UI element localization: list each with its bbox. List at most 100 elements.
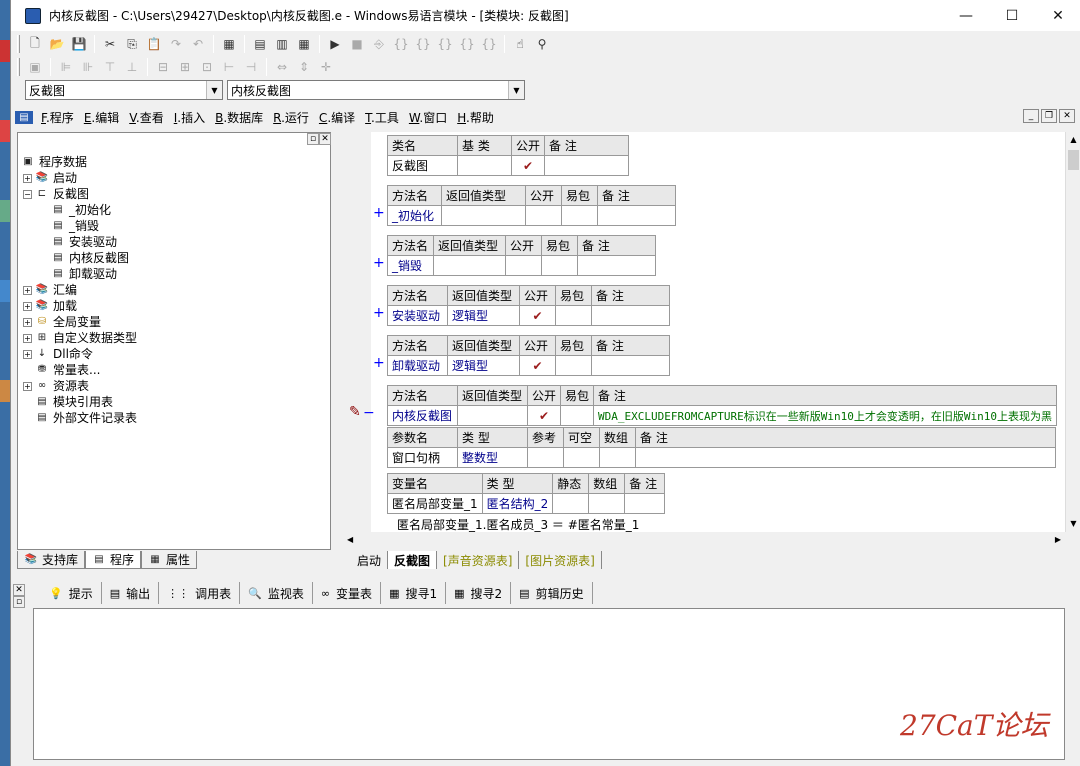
tab-sound-resources[interactable]: [声音资源表] xyxy=(437,551,520,569)
align-bottom-icon[interactable]: ⊥ xyxy=(121,57,143,77)
minimize-button[interactable]: — xyxy=(943,0,989,31)
menu-insert[interactable]: I.插入 xyxy=(174,109,205,126)
center-v-icon[interactable]: ⇕ xyxy=(293,57,315,77)
code-line[interactable]: 匿名局部变量_1.匿名成员_3 ＝ #匿名常量_1 xyxy=(397,516,639,533)
param-name-cell[interactable]: 窗口句柄 xyxy=(387,447,458,468)
tab-image-resources[interactable]: [图片资源表] xyxy=(519,551,602,569)
menu-tools[interactable]: T.工具 xyxy=(365,109,399,126)
run-to-cursor-icon[interactable]: {} xyxy=(456,34,478,54)
method-name-cell[interactable]: 内核反截图 xyxy=(387,405,458,426)
method-name-cell[interactable]: _销毁 xyxy=(387,255,434,276)
tab-hint[interactable]: 💡 提示 xyxy=(41,582,102,604)
grid-icon[interactable]: ▣ xyxy=(24,57,46,77)
method-name-cell[interactable]: _初始化 xyxy=(387,205,442,226)
tree-root[interactable]: ▣ 程序数据 xyxy=(21,154,137,170)
tab-variables[interactable]: ∞ 变量表 xyxy=(313,582,382,604)
tree-item[interactable]: + 📚 汇编 xyxy=(21,282,137,298)
tree-item[interactable]: + ⛁ 全局变量 xyxy=(21,314,137,330)
tab-watch[interactable]: 🔍 监视表 xyxy=(240,582,313,604)
tab-clip-history[interactable]: ▤ 剪辑历史 xyxy=(511,582,593,604)
tree-item[interactable]: ▤ 外部文件记录表 xyxy=(21,410,137,426)
output-pin-button[interactable]: ▫ xyxy=(13,596,25,608)
method-name-cell[interactable]: 卸载驱动 xyxy=(387,355,448,376)
editor-vertical-scrollbar[interactable]: ▲ ▼ xyxy=(1065,132,1080,532)
align-center-icon[interactable]: ⊪ xyxy=(77,57,99,77)
tree-item[interactable]: ▤ 模块引用表 xyxy=(21,394,137,410)
paste-icon[interactable]: 📋 xyxy=(143,34,165,54)
same-width-icon[interactable]: ⊟ xyxy=(152,57,174,77)
binoculars-icon[interactable]: ⚲ xyxy=(531,34,553,54)
layout2-icon[interactable]: ▥ xyxy=(271,34,293,54)
open-folder-icon[interactable]: 📂 xyxy=(46,34,68,54)
tree-item[interactable]: + ↓ Dll命令 xyxy=(21,346,137,362)
toolbar-grip[interactable] xyxy=(17,35,20,53)
menu-view[interactable]: V.查看 xyxy=(129,109,164,126)
method-note-cell[interactable]: WDA_EXCLUDEFROMCAPTURE标识在一些新版Win10上才会变透明… xyxy=(593,405,1057,426)
collapse-method-button[interactable]: − xyxy=(363,405,375,421)
tree-item[interactable]: ▤ 卸载驱动 xyxy=(21,266,137,282)
save-icon[interactable]: 💾 xyxy=(68,34,90,54)
align-top-icon[interactable]: ⊤ xyxy=(99,57,121,77)
stop-icon[interactable]: ■ xyxy=(346,34,368,54)
align-left-icon[interactable]: ⊫ xyxy=(55,57,77,77)
tab-properties[interactable]: ▦ 属性 xyxy=(141,551,198,569)
undo-icon[interactable]: ↶ xyxy=(187,34,209,54)
tab-output[interactable]: ▤ 输出 xyxy=(102,582,160,604)
tab-search2[interactable]: ▦ 搜寻2 xyxy=(446,582,512,604)
tab-anti-screenshot[interactable]: 反截图 xyxy=(388,551,438,569)
close-button[interactable]: ✕ xyxy=(1035,0,1080,31)
h-space-icon[interactable]: ⊢ xyxy=(218,57,240,77)
method-combo[interactable]: 内核反截图 ▼ xyxy=(227,80,525,100)
tree-item[interactable]: + ⊞ 自定义数据类型 xyxy=(21,330,137,346)
mdi-close-button[interactable]: ✕ xyxy=(1059,109,1075,123)
layout1-icon[interactable]: ▤ xyxy=(249,34,271,54)
expand-method-button[interactable]: + xyxy=(373,305,385,321)
cut-icon[interactable]: ✂ xyxy=(99,34,121,54)
redo-icon[interactable]: ↷ xyxy=(165,34,187,54)
new-file-icon[interactable]: 🗋 xyxy=(24,34,46,54)
tab-call-stack[interactable]: ⋮⋮ 调用表 xyxy=(159,582,241,604)
tree-item[interactable]: + 📚 加载 xyxy=(21,298,137,314)
object-combo[interactable]: 反截图 ▼ xyxy=(25,80,223,100)
output-scrollbar[interactable] xyxy=(1065,608,1080,760)
menu-database[interactable]: B.数据库 xyxy=(215,109,263,126)
public-check[interactable]: ✔ xyxy=(510,155,546,176)
menu-window[interactable]: W.窗口 xyxy=(409,109,447,126)
tab-support-lib[interactable]: 📚 支持库 xyxy=(17,551,86,569)
copy-icon[interactable]: ⎘ xyxy=(121,34,143,54)
menu-help[interactable]: H.帮助 xyxy=(457,109,494,126)
var-name-cell[interactable]: 匿名局部变量_1 xyxy=(387,493,483,514)
tab-search1[interactable]: ▦ 搜寻1 xyxy=(381,582,447,604)
menu-compile[interactable]: C.编译 xyxy=(319,109,355,126)
find-icon[interactable]: ▦ xyxy=(218,34,240,54)
output-close-button[interactable]: ✕ xyxy=(13,584,25,596)
center-both-icon[interactable]: ✛ xyxy=(315,57,337,77)
tree-item[interactable]: ▤ 安装驱动 xyxy=(21,234,137,250)
tree-item[interactable]: ▤ 内核反截图 xyxy=(21,250,137,266)
breakpoint-icon[interactable]: {} xyxy=(478,34,500,54)
step-over-icon[interactable]: {} xyxy=(412,34,434,54)
mdi-minimize-button[interactable]: _ xyxy=(1023,109,1039,123)
expand-method-button[interactable]: + xyxy=(373,355,385,371)
step-icon[interactable]: ⎆ xyxy=(368,34,390,54)
mdi-restore-button[interactable]: ❐ xyxy=(1041,109,1057,123)
hand-icon[interactable]: ☝ xyxy=(509,34,531,54)
step-into-icon[interactable]: {} xyxy=(390,34,412,54)
same-size-icon[interactable]: ⊡ xyxy=(196,57,218,77)
menu-program[interactable]: F.程序 xyxy=(41,109,74,126)
tab-program[interactable]: ▤ 程序 xyxy=(85,551,142,569)
layout3-icon[interactable]: ▦ xyxy=(293,34,315,54)
menu-edit[interactable]: E.编辑 xyxy=(84,109,119,126)
run-icon[interactable]: ▶ xyxy=(324,34,346,54)
pane-pin-button[interactable]: ▫ xyxy=(307,133,319,145)
tree-item[interactable]: ⛃ 常量表... xyxy=(21,362,137,378)
tree-item[interactable]: − ⊏ 反截图 xyxy=(21,186,137,202)
expand-method-button[interactable]: + xyxy=(373,255,385,271)
menu-run[interactable]: R.运行 xyxy=(273,109,309,126)
chevron-down-icon[interactable]: ▼ xyxy=(508,81,524,99)
tab-startup[interactable]: 启动 xyxy=(351,551,389,569)
same-height-icon[interactable]: ⊞ xyxy=(174,57,196,77)
tree-item[interactable]: ▤ _销毁 xyxy=(21,218,137,234)
maximize-button[interactable]: ☐ xyxy=(989,0,1035,31)
pane-close-button[interactable]: ✕ xyxy=(319,133,331,145)
